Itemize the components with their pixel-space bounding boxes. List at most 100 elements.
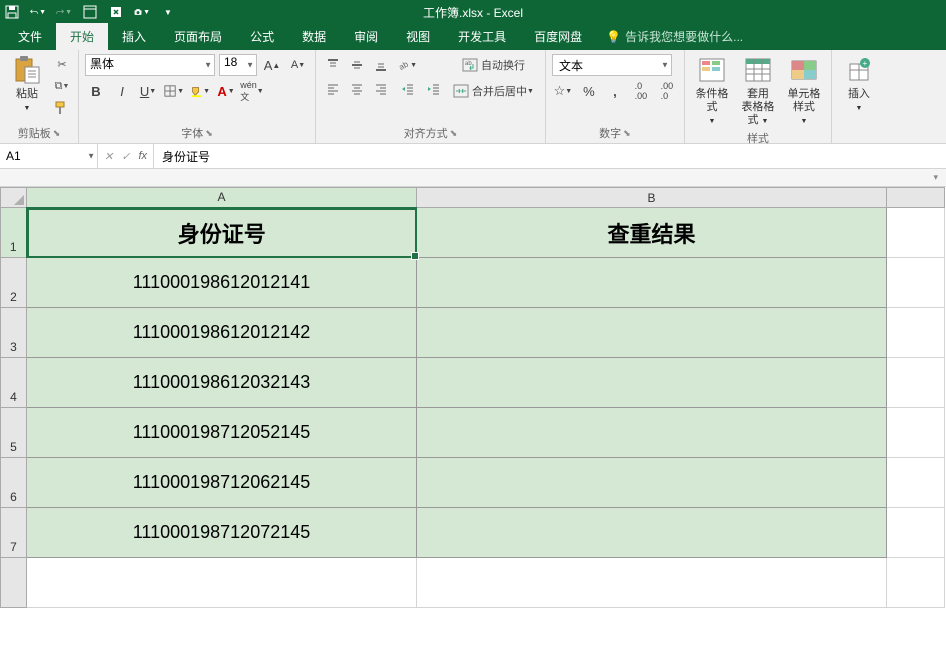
cell[interactable] [887, 558, 945, 608]
row-header[interactable]: 5 [1, 408, 27, 458]
camera-icon[interactable]: ▼ [134, 4, 150, 20]
cell-b6[interactable] [417, 458, 887, 508]
name-box[interactable]: A1▼ [0, 144, 98, 168]
fill-color-button[interactable]: ▼ [189, 80, 211, 102]
row-header[interactable]: 2 [1, 258, 27, 308]
tab-insert[interactable]: 插入 [108, 23, 160, 50]
row-header[interactable]: 1 [1, 208, 27, 258]
align-left-icon[interactable] [322, 78, 344, 100]
align-middle-icon[interactable] [346, 54, 368, 76]
cancel-icon[interactable]: ✕ [104, 150, 113, 163]
grid-area[interactable]: A B 1 身份证号 查重结果 2 111000198612012141 3 1… [0, 187, 946, 646]
paste-button[interactable]: 粘贴▼ [6, 54, 48, 114]
format-painter-icon[interactable] [52, 98, 72, 118]
formula-expand-icon[interactable]: ▾ [0, 169, 946, 187]
row-header[interactable] [1, 558, 27, 608]
tab-file[interactable]: 文件 [4, 23, 56, 50]
align-right-icon[interactable] [370, 78, 392, 100]
decrease-font-icon[interactable]: A▼ [287, 54, 309, 76]
row-header[interactable]: 3 [1, 308, 27, 358]
cell-a7[interactable]: 111000198712072145 [27, 508, 417, 558]
orientation-button[interactable]: ab▼ [396, 54, 418, 76]
tab-view[interactable]: 视图 [392, 23, 444, 50]
redo-icon[interactable]: ▼ [56, 4, 72, 20]
cell-a1[interactable]: 身份证号 [27, 208, 417, 258]
border-button[interactable]: ▼ [163, 80, 185, 102]
increase-decimal-icon[interactable]: .0.00 [630, 80, 652, 102]
row-header[interactable]: 7 [1, 508, 27, 558]
align-top-icon[interactable] [322, 54, 344, 76]
cell-b5[interactable] [417, 408, 887, 458]
row-header[interactable]: 4 [1, 358, 27, 408]
tab-data[interactable]: 数据 [288, 23, 340, 50]
cell[interactable] [417, 558, 887, 608]
clipboard-launcher-icon[interactable]: ⬊ [53, 128, 61, 139]
tab-review[interactable]: 审阅 [340, 23, 392, 50]
cell[interactable] [887, 208, 945, 258]
comma-button[interactable]: , [604, 80, 626, 102]
bold-button[interactable]: B [85, 80, 107, 102]
cell[interactable] [887, 258, 945, 308]
font-size-select[interactable]: 18▼ [219, 54, 257, 76]
cell-a6[interactable]: 111000198712062145 [27, 458, 417, 508]
col-header-a[interactable]: A [27, 188, 417, 208]
fx-icon[interactable]: fx [138, 150, 147, 162]
decrease-decimal-icon[interactable]: .00.0 [656, 80, 678, 102]
number-format-select[interactable]: 文本▼ [552, 54, 672, 76]
align-launcher-icon[interactable]: ⬊ [450, 128, 458, 139]
select-all-corner[interactable] [1, 188, 27, 208]
font-color-button[interactable]: A▼ [215, 80, 237, 102]
cell-b2[interactable] [417, 258, 887, 308]
increase-font-icon[interactable]: A▲ [261, 54, 283, 76]
cell[interactable] [887, 308, 945, 358]
phonetic-button[interactable]: wén文▼ [241, 80, 263, 102]
cell-a5[interactable]: 111000198712052145 [27, 408, 417, 458]
cell[interactable] [887, 458, 945, 508]
row-header[interactable]: 6 [1, 458, 27, 508]
cell[interactable] [887, 358, 945, 408]
increase-indent-icon[interactable] [422, 78, 444, 100]
col-header-b[interactable]: B [417, 188, 887, 208]
decrease-indent-icon[interactable] [396, 78, 418, 100]
tab-formulas[interactable]: 公式 [236, 23, 288, 50]
cell-b4[interactable] [417, 358, 887, 408]
cell[interactable] [887, 508, 945, 558]
copy-icon[interactable]: ⧉▼ [52, 76, 72, 96]
font-launcher-icon[interactable]: ⬊ [205, 128, 213, 139]
save-icon[interactable] [4, 4, 20, 20]
undo-icon[interactable]: ▼ [30, 4, 46, 20]
tab-page-layout[interactable]: 页面布局 [160, 23, 236, 50]
conditional-format-button[interactable]: 条件格式▼ [691, 54, 733, 128]
cell[interactable] [887, 408, 945, 458]
cell-b3[interactable] [417, 308, 887, 358]
cell-styles-button[interactable]: 单元格样式▼ [783, 54, 825, 128]
formula-input[interactable]: 身份证号 [154, 144, 946, 168]
underline-button[interactable]: U ▼ [137, 80, 159, 102]
tell-me[interactable]: 💡告诉我您想要做什么... [596, 23, 753, 50]
italic-button[interactable]: I [111, 80, 133, 102]
cell[interactable] [27, 558, 417, 608]
enter-icon[interactable]: ✓ [121, 150, 130, 163]
currency-button[interactable]: ☆▼ [552, 80, 574, 102]
cut-icon[interactable]: ✂ [52, 54, 72, 74]
tab-baidu[interactable]: 百度网盘 [520, 23, 596, 50]
align-bottom-icon[interactable] [370, 54, 392, 76]
tab-dev[interactable]: 开发工具 [444, 23, 520, 50]
qat-customize-icon[interactable]: ▼ [160, 4, 176, 20]
align-center-icon[interactable] [346, 78, 368, 100]
wrap-text-button[interactable]: ab 自动换行 [448, 54, 539, 76]
tab-home[interactable]: 开始 [56, 23, 108, 50]
insert-cells-button[interactable]: + 插入▼ [838, 54, 880, 114]
percent-button[interactable]: % [578, 80, 600, 102]
format-table-button[interactable]: 套用 表格格式 ▼ [737, 54, 779, 128]
cell-a4[interactable]: 111000198612032143 [27, 358, 417, 408]
cell-b1[interactable]: 查重结果 [417, 208, 887, 258]
cell-a2[interactable]: 111000198612012141 [27, 258, 417, 308]
font-name-select[interactable]: 黑体▼ [85, 54, 215, 76]
cell-b7[interactable] [417, 508, 887, 558]
qat-btn-4[interactable] [82, 4, 98, 20]
merge-button[interactable]: 合并后居中 ▼ [448, 80, 539, 102]
qat-btn-5[interactable] [108, 4, 124, 20]
number-launcher-icon[interactable]: ⬊ [623, 128, 631, 139]
cell-a3[interactable]: 111000198612012142 [27, 308, 417, 358]
